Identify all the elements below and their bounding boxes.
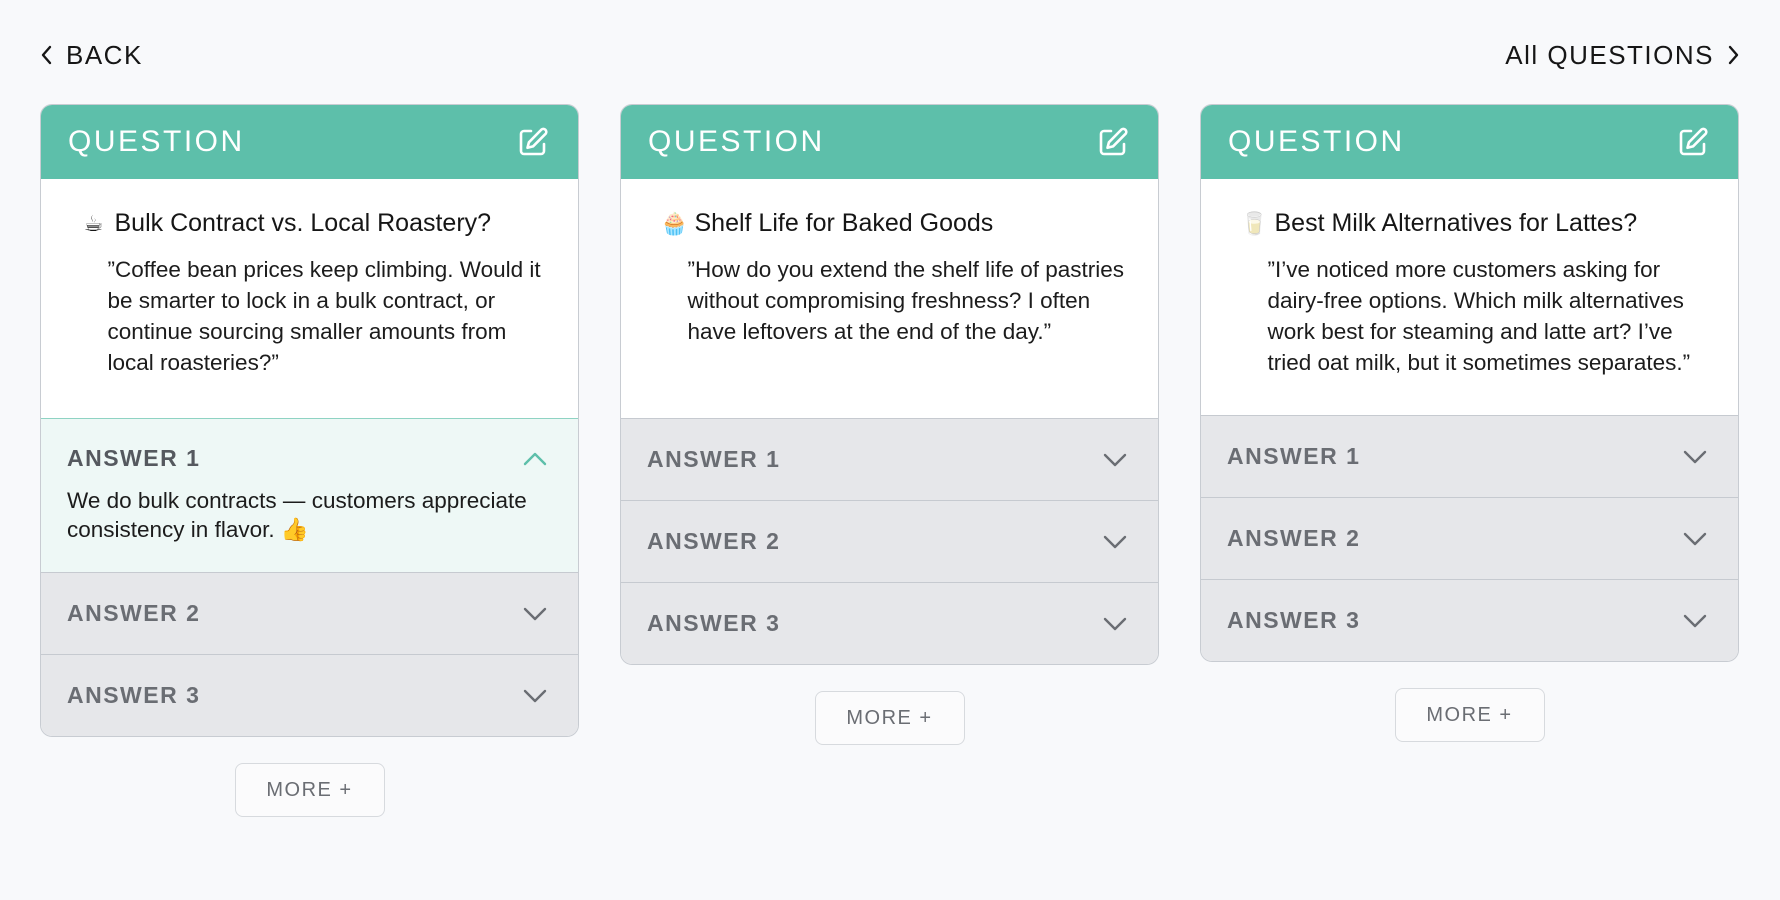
all-questions-label: All QUESTIONS xyxy=(1505,39,1714,70)
chevron-down-icon[interactable] xyxy=(522,605,548,623)
cupcake-icon: 🧁 xyxy=(660,210,688,236)
answer-header: ANSWER 1 xyxy=(67,445,548,472)
answer-label: ANSWER 1 xyxy=(67,445,201,471)
question-title-text: Best Milk Alternatives for Lattes? xyxy=(1274,209,1638,237)
question-header-label: QUESTION xyxy=(68,125,245,158)
question-body: ☕ Bulk Contract vs. Local Roastery? ”Cof… xyxy=(41,179,578,418)
chevron-down-icon[interactable] xyxy=(1682,448,1708,466)
edit-button[interactable] xyxy=(1094,123,1132,161)
answer-3-collapsed[interactable]: ANSWER 3 xyxy=(1201,579,1738,661)
question-title: 🥛 Best Milk Alternatives for Lattes? xyxy=(1241,209,1705,238)
chevron-left-icon xyxy=(41,45,52,65)
chevron-down-icon[interactable] xyxy=(522,687,548,705)
question-card-header: QUESTION xyxy=(621,105,1158,179)
top-navigation: BACK All QUESTIONS xyxy=(38,38,1742,72)
answer-label: ANSWER 3 xyxy=(67,682,201,708)
question-title-text: Bulk Contract vs. Local Roastery? xyxy=(114,209,492,237)
question-title: ☕ Bulk Contract vs. Local Roastery? xyxy=(81,209,545,238)
question-title-text: Shelf Life for Baked Goods xyxy=(694,209,994,237)
answer-2-collapsed[interactable]: ANSWER 2 xyxy=(621,500,1158,582)
edit-icon xyxy=(1099,127,1128,156)
edit-button[interactable] xyxy=(514,123,552,161)
chevron-up-icon[interactable] xyxy=(522,450,548,468)
chevron-down-icon[interactable] xyxy=(1102,533,1128,551)
answer-2-collapsed[interactable]: ANSWER 2 xyxy=(1201,497,1738,579)
edit-icon xyxy=(519,127,548,156)
edit-icon xyxy=(1679,127,1708,156)
question-card-header: QUESTION xyxy=(41,105,578,179)
answer-label: ANSWER 3 xyxy=(647,610,781,636)
question-column: QUESTION ☕ Bulk Contract vs. Local Roast… xyxy=(40,104,579,817)
question-column: QUESTION 🧁 Shelf Life for Baked Goods ”H… xyxy=(620,104,1159,817)
answer-label: ANSWER 1 xyxy=(647,446,781,472)
question-card: QUESTION 🥛 Best Milk Alternatives for La… xyxy=(1200,104,1739,662)
back-link[interactable]: BACK xyxy=(38,40,143,71)
question-text: ”Coffee bean prices keep climbing. Would… xyxy=(107,257,541,375)
answer-label: ANSWER 2 xyxy=(1227,525,1361,551)
question-column: QUESTION 🥛 Best Milk Alternatives for La… xyxy=(1200,104,1739,817)
answer-text: We do bulk contracts — customers appreci… xyxy=(67,488,527,542)
coffee-icon: ☕ xyxy=(83,210,104,236)
question-title: 🧁 Shelf Life for Baked Goods xyxy=(661,209,1125,238)
answer-1-collapsed[interactable]: ANSWER 1 xyxy=(1201,415,1738,497)
chevron-down-icon[interactable] xyxy=(1682,530,1708,548)
answer-1-expanded[interactable]: ANSWER 1 We do bulk contracts — customer… xyxy=(41,418,578,572)
more-button[interactable]: MORE + xyxy=(814,691,965,745)
chevron-right-icon xyxy=(1728,45,1739,65)
question-columns: QUESTION ☕ Bulk Contract vs. Local Roast… xyxy=(40,104,1739,817)
all-questions-link[interactable]: All QUESTIONS xyxy=(1505,40,1742,71)
more-button[interactable]: MORE + xyxy=(234,763,385,817)
answer-1-collapsed[interactable]: ANSWER 1 xyxy=(621,418,1158,500)
question-card: QUESTION ☕ Bulk Contract vs. Local Roast… xyxy=(40,104,579,737)
answer-label: ANSWER 1 xyxy=(1227,443,1361,469)
question-text: ”How do you extend the shelf life of pas… xyxy=(687,257,1125,344)
milk-glass-icon: 🥛 xyxy=(1240,210,1268,236)
answer-label: ANSWER 2 xyxy=(647,528,781,554)
back-label: BACK xyxy=(66,39,143,70)
answer-3-collapsed[interactable]: ANSWER 3 xyxy=(621,582,1158,664)
chevron-down-icon[interactable] xyxy=(1102,615,1128,633)
edit-button[interactable] xyxy=(1674,123,1712,161)
answer-3-collapsed[interactable]: ANSWER 3 xyxy=(41,654,578,736)
chevron-down-icon[interactable] xyxy=(1682,612,1708,630)
question-card: QUESTION 🧁 Shelf Life for Baked Goods ”H… xyxy=(620,104,1159,665)
question-header-label: QUESTION xyxy=(1228,125,1405,158)
answer-label: ANSWER 3 xyxy=(1227,607,1361,633)
question-header-label: QUESTION xyxy=(648,125,825,158)
question-body: 🥛 Best Milk Alternatives for Lattes? ”I’… xyxy=(1201,179,1738,415)
chevron-down-icon[interactable] xyxy=(1102,451,1128,469)
more-button[interactable]: MORE + xyxy=(1394,688,1545,742)
answer-2-collapsed[interactable]: ANSWER 2 xyxy=(41,572,578,654)
question-body: 🧁 Shelf Life for Baked Goods ”How do you… xyxy=(621,179,1158,418)
question-text: ”I’ve noticed more customers asking for … xyxy=(1267,257,1691,375)
question-card-header: QUESTION xyxy=(1201,105,1738,179)
answer-label: ANSWER 2 xyxy=(67,600,201,626)
